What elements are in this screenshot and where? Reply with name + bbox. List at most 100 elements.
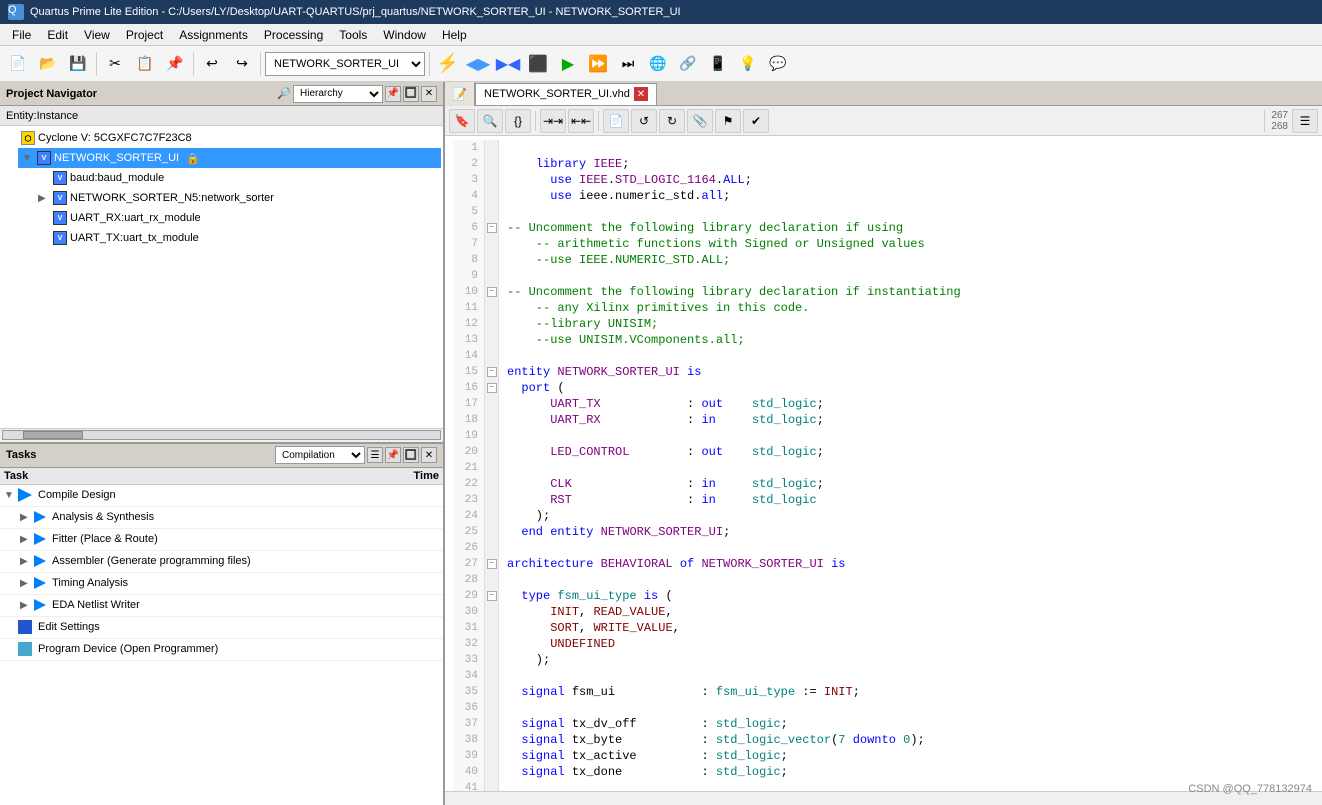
nav-hscroll-thumb[interactable] [23, 431, 83, 439]
nav-tree[interactable]: ⬡ Cyclone V: 5CGXFC7C7F23C8 ▼ V NETWORK_… [0, 126, 443, 428]
code-content-17[interactable]: UART_TX : out std_logic; [499, 396, 1314, 412]
code-content-34[interactable] [499, 668, 1314, 684]
code-content-25[interactable]: end entity NETWORK_SORTER_UI; [499, 524, 1314, 540]
tree-item-cyclone[interactable]: ⬡ Cyclone V: 5CGXFC7C7F23C8 [2, 128, 441, 148]
compile2-button[interactable]: ▶◀ [494, 50, 522, 78]
fold-btn-16[interactable]: − [487, 383, 497, 393]
menu-item-processing[interactable]: Processing [256, 26, 331, 44]
step2-button[interactable]: ⏭ [614, 50, 642, 78]
menu-item-view[interactable]: View [76, 26, 118, 44]
code-content-3[interactable]: use IEEE.STD_LOGIC_1164.ALL; [499, 172, 1314, 188]
fold-btn-27[interactable]: − [487, 559, 497, 569]
nav-hscroll[interactable] [2, 430, 441, 440]
nav-close-button[interactable]: ✕ [421, 86, 437, 102]
task-item-timing[interactable]: ▶ Timing Analysis [0, 573, 443, 595]
code-content-36[interactable] [499, 700, 1314, 716]
tab-close-button[interactable]: ✕ [634, 87, 648, 101]
fold-btn-29[interactable]: − [487, 591, 497, 601]
et-bookmark-button[interactable]: 🔖 [449, 109, 475, 133]
tasks-restore-button[interactable]: 🔲 [403, 447, 419, 463]
fold-area-6[interactable]: − [485, 220, 499, 236]
et-check[interactable]: ✔ [743, 109, 769, 133]
run-button[interactable]: ▶ [554, 50, 582, 78]
code-content-21[interactable] [499, 460, 1314, 476]
code-container[interactable]: 1 2 library IEEE;3 use IEEE.STD_LOGIC_11… [445, 136, 1322, 791]
task-item-assembler[interactable]: ▶ Assembler (Generate programming files) [0, 551, 443, 573]
code-content-12[interactable]: --library UNISIM; [499, 316, 1314, 332]
et-brace-button[interactable]: {} [505, 109, 531, 133]
code-content-32[interactable]: UNDEFINED [499, 636, 1314, 652]
code-content-10[interactable]: -- Uncomment the following library decla… [499, 284, 1314, 300]
menu-item-edit[interactable]: Edit [39, 26, 76, 44]
code-content-22[interactable]: CLK : in std_logic; [499, 476, 1314, 492]
code-content-35[interactable]: signal fsm_ui : fsm_ui_type := INIT; [499, 684, 1314, 700]
cut-button[interactable]: ✂ [101, 50, 129, 78]
nav-pin-button[interactable]: 📌 [385, 86, 401, 102]
code-content-20[interactable]: LED_CONTROL : out std_logic; [499, 444, 1314, 460]
task-expand-eda[interactable]: ▶ [20, 600, 32, 611]
et-new-file[interactable]: 📄 [603, 109, 629, 133]
network-button[interactable]: 🔗 [674, 50, 702, 78]
code-content-33[interactable]: ); [499, 652, 1314, 668]
code-content-27[interactable]: architecture BEHAVIORAL of NETWORK_SORTE… [499, 556, 1314, 572]
tasks-dropdown[interactable]: Compilation [275, 446, 365, 464]
tree-item-uart-tx[interactable]: V UART_TX:uart_tx_module [34, 228, 441, 248]
code-content-38[interactable]: signal tx_byte : std_logic_vector(7 down… [499, 732, 1314, 748]
et-menu-btn[interactable]: ☰ [1292, 109, 1318, 133]
code-content-14[interactable] [499, 348, 1314, 364]
editor-tab-main[interactable]: NETWORK_SORTER_UI.vhd ✕ [475, 83, 657, 105]
tree-item-baud[interactable]: V baud:baud_module [34, 168, 441, 188]
task-expand-timing[interactable]: ▶ [20, 578, 32, 589]
code-content-4[interactable]: use ieee.numeric_std.all; [499, 188, 1314, 204]
et-indent-less[interactable]: ⇤⇤ [568, 109, 594, 133]
globe-button[interactable]: 🌐 [644, 50, 672, 78]
tasks-close-button[interactable]: ✕ [421, 447, 437, 463]
stop-button[interactable]: ⬛ [524, 50, 552, 78]
code-content-37[interactable]: signal tx_dv_off : std_logic; [499, 716, 1314, 732]
device-button[interactable]: 📱 [704, 50, 732, 78]
fold-area-16[interactable]: − [485, 380, 499, 396]
code-content-16[interactable]: port ( [499, 380, 1314, 396]
code-lines-container[interactable]: 1 2 library IEEE;3 use IEEE.STD_LOGIC_11… [453, 140, 1314, 791]
copy-button[interactable]: 📋 [131, 50, 159, 78]
task-item-program[interactable]: Program Device (Open Programmer) [0, 639, 443, 661]
chip2-button[interactable]: 💡 [734, 50, 762, 78]
code-content-40[interactable]: signal tx_done : std_logic; [499, 764, 1314, 780]
fold-btn-10[interactable]: − [487, 287, 497, 297]
code-area[interactable]: 1 2 library IEEE;3 use IEEE.STD_LOGIC_11… [445, 136, 1322, 791]
menu-item-help[interactable]: Help [434, 26, 475, 44]
analyze-button[interactable]: ⚡ [434, 50, 462, 78]
task-expand-analysis[interactable]: ▶ [20, 512, 32, 523]
new-file-button[interactable]: 📄 [4, 50, 32, 78]
code-content-28[interactable] [499, 572, 1314, 588]
task-item-compile-design[interactable]: ▼ Compile Design [0, 485, 443, 507]
fold-area-10[interactable]: − [485, 284, 499, 300]
et-search-button[interactable]: 🔍 [477, 109, 503, 133]
open-file-button[interactable]: 📂 [34, 50, 62, 78]
menu-item-assignments[interactable]: Assignments [171, 26, 256, 44]
task-item-analysis[interactable]: ▶ Analysis & Synthesis [0, 507, 443, 529]
menu-item-file[interactable]: File [4, 26, 39, 44]
tasks-menu-button[interactable]: ☰ [367, 447, 383, 463]
code-content-19[interactable] [499, 428, 1314, 444]
task-item-eda[interactable]: ▶ EDA Netlist Writer [0, 595, 443, 617]
step-button[interactable]: ⏩ [584, 50, 612, 78]
code-content-31[interactable]: SORT, WRITE_VALUE, [499, 620, 1314, 636]
project-dropdown[interactable]: NETWORK_SORTER_UI [265, 52, 425, 76]
code-content-2[interactable]: library IEEE; [499, 156, 1314, 172]
undo-button[interactable]: ↩ [198, 50, 226, 78]
et-prev[interactable]: ↻ [659, 109, 685, 133]
task-expand-compile[interactable]: ▼ [4, 490, 16, 501]
tree-item-network-sorter-n5[interactable]: ▶ V NETWORK_SORTER_N5:network_sorter [34, 188, 441, 208]
code-content-9[interactable] [499, 268, 1314, 284]
nav-restore-button[interactable]: 🔲 [403, 86, 419, 102]
compile-button[interactable]: ◀▶ [464, 50, 492, 78]
code-content-8[interactable]: --use IEEE.NUMERIC_STD.ALL; [499, 252, 1314, 268]
redo-button[interactable]: ↪ [228, 50, 256, 78]
fold-area-15[interactable]: − [485, 364, 499, 380]
et-clip[interactable]: 📎 [687, 109, 713, 133]
tasks-pin-button[interactable]: 📌 [385, 447, 401, 463]
msg-button[interactable]: 💬 [764, 50, 792, 78]
code-content-30[interactable]: INIT, READ_VALUE, [499, 604, 1314, 620]
code-content-24[interactable]: ); [499, 508, 1314, 524]
